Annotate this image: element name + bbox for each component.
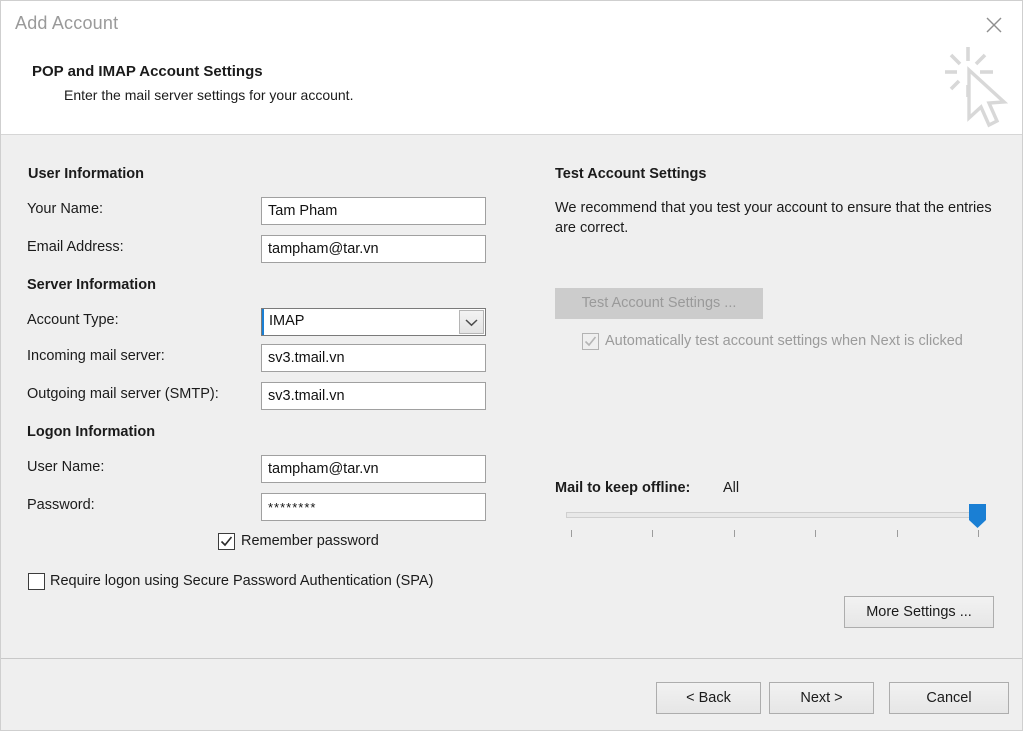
- dialog-header: Add Account POP and IMAP Account Setting…: [1, 1, 1022, 135]
- auto-test-label[interactable]: Automatically test account settings when…: [605, 332, 970, 350]
- more-settings-button[interactable]: More Settings ...: [844, 596, 994, 628]
- cancel-button[interactable]: Cancel: [889, 682, 1009, 714]
- test-account-settings-button[interactable]: Test Account Settings ...: [555, 288, 763, 319]
- label-account-type: Account Type:: [27, 312, 119, 328]
- test-account-description: We recommend that you test your account …: [555, 200, 992, 236]
- checkmark-icon: [584, 336, 597, 347]
- account-type-select[interactable]: IMAP: [261, 308, 486, 336]
- close-icon: [986, 17, 1002, 33]
- label-user-name: User Name:: [27, 459, 105, 475]
- back-button[interactable]: < Back: [656, 682, 761, 714]
- mail-offline-slider-thumb[interactable]: [969, 504, 986, 528]
- label-your-name: Your Name:: [27, 201, 104, 217]
- section-title-test-account-settings: Test Account Settings: [555, 166, 707, 182]
- incoming-mail-server-input[interactable]: [261, 344, 486, 372]
- label-email-address: Email Address:: [27, 239, 124, 255]
- remember-password-checkbox[interactable]: [218, 533, 235, 550]
- require-spa-checkbox[interactable]: [28, 573, 45, 590]
- password-input[interactable]: [261, 493, 486, 521]
- close-button[interactable]: [974, 9, 1014, 41]
- chevron-down-icon: [465, 318, 478, 326]
- require-spa-label[interactable]: Require logon using Secure Password Auth…: [50, 572, 470, 590]
- checkmark-icon: [220, 536, 233, 547]
- user-name-input[interactable]: [261, 455, 486, 483]
- focus-caret: [262, 309, 264, 335]
- dialog-body: User Information Your Name: Email Addres…: [1, 136, 1022, 658]
- add-account-dialog: Add Account POP and IMAP Account Setting…: [0, 0, 1023, 731]
- cursor-sparkle-icon: [945, 47, 1009, 128]
- email-address-input[interactable]: [261, 235, 486, 263]
- label-password: Password:: [27, 497, 95, 513]
- remember-password-label[interactable]: Remember password: [241, 532, 379, 550]
- mail-offline-slider-track[interactable]: [566, 512, 980, 518]
- account-type-dropdown-button[interactable]: [459, 310, 484, 334]
- next-button[interactable]: Next >: [769, 682, 874, 714]
- page-title: POP and IMAP Account Settings: [32, 63, 263, 80]
- auto-test-checkbox[interactable]: [582, 333, 599, 350]
- account-type-value: IMAP: [269, 313, 305, 329]
- mail-to-keep-offline-label: Mail to keep offline:: [555, 480, 691, 496]
- section-title-user-information: User Information: [28, 166, 145, 182]
- slider-tick: [897, 530, 898, 537]
- label-outgoing-mail-server: Outgoing mail server (SMTP):: [27, 386, 219, 402]
- slider-tick: [652, 530, 653, 537]
- label-incoming-mail-server: Incoming mail server:: [27, 348, 165, 364]
- slider-tick: [815, 530, 816, 537]
- dialog-footer: < Back Next > Cancel: [1, 659, 1022, 730]
- slider-tick: [734, 530, 735, 537]
- mail-to-keep-offline-value: All: [723, 480, 740, 496]
- section-title-logon-information: Logon Information: [27, 424, 156, 440]
- slider-tick: [978, 530, 979, 537]
- your-name-input[interactable]: [261, 197, 486, 225]
- section-title-server-information: Server Information: [27, 277, 156, 293]
- window-title: Add Account: [15, 13, 119, 33]
- outgoing-mail-server-input[interactable]: [261, 382, 486, 410]
- page-subtitle: Enter the mail server settings for your …: [64, 87, 354, 103]
- slider-tick: [571, 530, 572, 537]
